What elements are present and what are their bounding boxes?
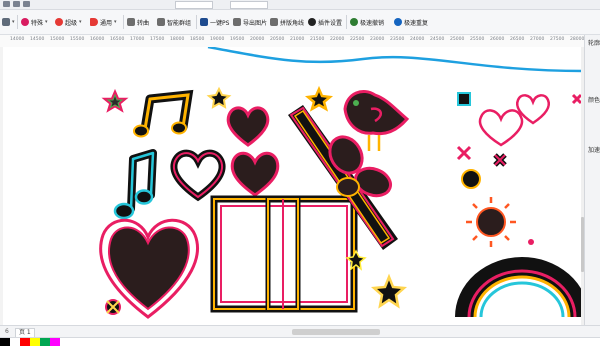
smart-group-icon xyxy=(157,18,165,26)
ruler-tick-label: 25500 xyxy=(470,37,485,42)
ruler-tick-label: 17500 xyxy=(150,37,165,42)
star-orange-middle[interactable] xyxy=(304,85,334,112)
one-click-ps-label: 一键PS xyxy=(210,19,230,27)
special-label: 特殊 xyxy=(31,19,44,27)
plugin-settings-icon xyxy=(308,18,316,26)
right-artwork[interactable] xyxy=(455,92,584,318)
ruler-tick-label: 19000 xyxy=(210,37,225,42)
super-icon xyxy=(55,18,63,26)
title-strip xyxy=(0,0,600,10)
convert-curves-button[interactable]: 转曲 xyxy=(127,16,149,28)
property-field-1[interactable] xyxy=(175,1,213,9)
star-dark-right[interactable] xyxy=(370,273,408,309)
ruler-tick-label: 17000 xyxy=(130,37,145,42)
ruler-tick-label: 27000 xyxy=(530,37,545,42)
ruler-tick-label: 21500 xyxy=(310,37,325,42)
convert-curves-label: 转曲 xyxy=(137,19,150,27)
page-count: 6 xyxy=(5,328,9,335)
one-click-ps-icon xyxy=(200,18,208,26)
general-label: 通用 xyxy=(100,19,113,27)
ruler-tick-label: 26500 xyxy=(510,37,525,42)
plugin-settings-button[interactable]: 插件设置 xyxy=(308,16,342,28)
ruler-tick-label: 14000 xyxy=(10,37,25,42)
ruler-tick-label: 16000 xyxy=(90,37,105,42)
artwork xyxy=(99,47,584,319)
imposition-marks-label: 拼版角线 xyxy=(280,19,305,27)
ruler-tick-label: 20500 xyxy=(270,37,285,42)
ruler-tick-label: 28000 xyxy=(570,37,585,42)
music-note-teal[interactable] xyxy=(113,149,157,220)
smart-group-button[interactable]: 智能群组 xyxy=(157,16,191,28)
property-field-2[interactable] xyxy=(230,1,268,9)
panel-label-color[interactable]: 颜色 xyxy=(588,95,600,104)
ruler-tick-label: 23000 xyxy=(370,37,385,42)
convert-curves-icon xyxy=(127,18,135,26)
gift-box[interactable] xyxy=(210,195,358,313)
ruler-tick-label: 26000 xyxy=(490,37,505,42)
ruler-tick-label: 22500 xyxy=(350,37,365,42)
fast-undo-icon xyxy=(350,18,358,26)
export-image-icon xyxy=(233,18,241,26)
ruler-tick-label: 16500 xyxy=(110,37,125,42)
star-green[interactable] xyxy=(101,88,129,113)
fast-redo-label: 极速重复 xyxy=(404,19,429,27)
ruler-tick-label: 14500 xyxy=(30,37,45,42)
one-click-ps-button[interactable]: 一键PS xyxy=(200,16,229,28)
blue-curve[interactable] xyxy=(207,47,584,73)
super-label: 超级 xyxy=(65,19,78,27)
fast-redo-button[interactable]: 极速重复 xyxy=(394,16,428,28)
ruler-tick-label: 24500 xyxy=(430,37,445,42)
open-icon[interactable] xyxy=(23,1,30,7)
new-doc-icon[interactable] xyxy=(13,1,20,7)
ruler-tick-label: 27500 xyxy=(550,37,565,42)
plugin-toolbar: ▾ 特殊 ▾ 超级 ▾ 通用 ▾ 转曲 智能群组 一键PS 导出图片 拼版角线 … xyxy=(0,10,600,35)
ruler-tick-label: 15500 xyxy=(70,37,85,42)
ruler-tick-label: 20000 xyxy=(250,37,265,42)
export-image-button[interactable]: 导出图片 xyxy=(233,16,267,28)
ruler-tick-label: 21000 xyxy=(290,37,305,42)
special-icon xyxy=(21,18,29,26)
ruler-tick-label: 25000 xyxy=(450,37,465,42)
selection-arrows-icon xyxy=(2,18,10,26)
ruler-tick-label: 18000 xyxy=(170,37,185,42)
flower-pink-left[interactable] xyxy=(105,299,121,315)
app-menu-icon[interactable] xyxy=(3,1,10,7)
ruler-tick-label: 24000 xyxy=(410,37,425,42)
ruler-tick-label: 15000 xyxy=(50,37,65,42)
ruler-tick-label: 23500 xyxy=(390,37,405,42)
star-yellow-top[interactable] xyxy=(206,86,232,109)
fast-redo-icon xyxy=(394,18,402,26)
general-menu[interactable]: 通用 ▾ xyxy=(90,16,117,28)
plugin-settings-label: 插件设置 xyxy=(318,19,343,27)
heart-pink-middle[interactable] xyxy=(230,151,280,197)
heart-outline[interactable] xyxy=(170,149,226,202)
ruler-tick-label: 18500 xyxy=(190,37,205,42)
drawing-canvas[interactable] xyxy=(3,47,584,325)
imposition-marks-button[interactable]: 拼版角线 xyxy=(270,16,304,28)
heart-pink-top[interactable] xyxy=(226,106,270,147)
panel-label-accelerate[interactable]: 加速 xyxy=(588,145,600,154)
ruler-tick-label: 19500 xyxy=(230,37,245,42)
properties-panel: 轮廓 颜色 加速 xyxy=(584,35,600,325)
fast-undo-button[interactable]: 极速撤销 xyxy=(350,16,384,28)
super-menu[interactable]: 超级 ▾ xyxy=(55,16,82,28)
selection-tool[interactable]: ▾ xyxy=(2,16,15,28)
export-image-label: 导出图片 xyxy=(243,19,268,27)
imposition-marks-icon xyxy=(270,18,278,26)
general-icon xyxy=(90,18,98,26)
gift-bow[interactable] xyxy=(324,131,395,200)
special-menu[interactable]: 特殊 ▾ xyxy=(21,16,48,28)
ruler-tick-label: 22000 xyxy=(330,37,345,42)
fast-undo-label: 极速撤销 xyxy=(360,19,385,27)
music-note-orange[interactable] xyxy=(133,89,194,138)
smart-group-label: 智能群组 xyxy=(167,19,192,27)
panel-label-outline[interactable]: 轮廓 xyxy=(588,38,600,47)
horizontal-scroll-thumb[interactable] xyxy=(292,329,380,335)
